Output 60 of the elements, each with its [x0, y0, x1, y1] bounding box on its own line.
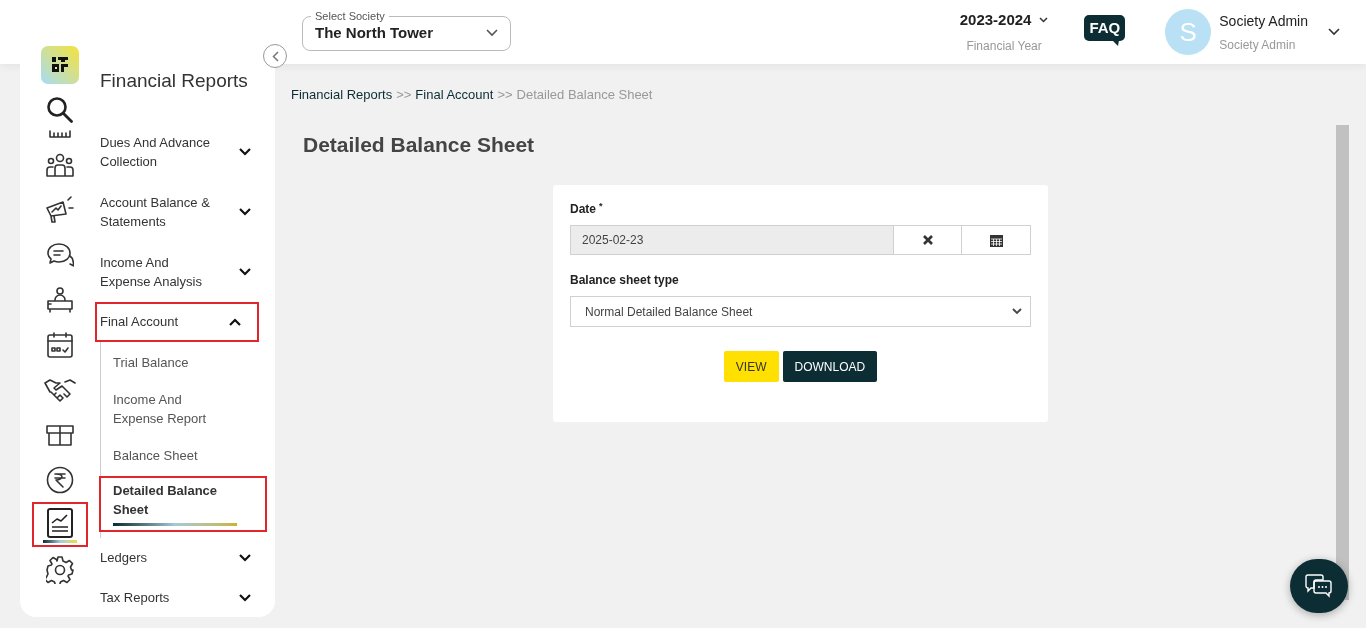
people-icon	[46, 152, 74, 177]
chat-icon	[46, 241, 74, 268]
required-mark: *	[599, 200, 603, 213]
rupee-icon	[46, 465, 74, 494]
breadcrumb-current: Detailed Balance Sheet	[516, 86, 653, 104]
active-underline	[43, 540, 77, 543]
field-label: Balance sheet type	[570, 272, 680, 289]
collapse-button[interactable]	[263, 44, 287, 68]
sidebar-title: Financial Reports	[100, 69, 249, 93]
handshake-icon	[44, 377, 76, 402]
chevron-down-icon	[239, 267, 251, 276]
calendar-icon	[989, 233, 1003, 247]
view-button[interactable]: VIEW	[723, 351, 779, 382]
chat-button[interactable]	[1290, 559, 1348, 613]
menu-item[interactable]: Tax Reports	[100, 577, 267, 618]
download-button[interactable]: DOWNLOAD	[782, 351, 878, 382]
menu-item[interactable]: Final Account	[95, 301, 259, 342]
calendar-icon	[47, 331, 73, 358]
chevron-down-icon[interactable]	[1328, 28, 1340, 36]
menu-item[interactable]: Income And Expense Analysis	[100, 241, 267, 302]
user-role: Society Admin	[1219, 36, 1297, 54]
meeting-icon	[46, 285, 74, 314]
breadcrumb-separator: >>	[396, 86, 412, 104]
box-icon	[46, 423, 74, 446]
date-field[interactable]: 2025-02-23	[570, 225, 894, 255]
chevron-down-icon	[1012, 308, 1022, 315]
chevron-down-icon	[239, 207, 251, 216]
breadcrumb-link[interactable]: Final Account	[415, 85, 494, 105]
menu-item[interactable]: Ledgers	[100, 537, 267, 578]
rail-item[interactable]	[32, 502, 88, 547]
chevron-down-icon	[239, 553, 251, 562]
close-icon	[922, 235, 933, 245]
submenu-item[interactable]: Detailed Balance Sheet	[99, 475, 267, 532]
balance-sheet-type-select[interactable]: Normal Detailed Balance Sheet	[570, 296, 1031, 327]
page-title: Detailed Balance Sheet	[303, 131, 536, 158]
chevron-down-icon	[486, 29, 498, 37]
submenu-item[interactable]: Balance Sheet	[101, 436, 267, 474]
breadcrumb-link[interactable]: Financial Reports	[291, 85, 393, 105]
submenu-item[interactable]: Trial Balance	[101, 343, 267, 381]
scrollbar-thumb[interactable]	[1336, 125, 1349, 600]
field-label: Date	[570, 201, 596, 218]
chevron-down-icon	[239, 593, 251, 602]
chevron-up-icon	[229, 317, 241, 326]
settings-icon	[46, 555, 74, 584]
app-logo	[41, 46, 79, 84]
report-icon	[47, 507, 73, 538]
chevron-down-icon	[1039, 17, 1049, 23]
chat-bubbles-icon	[1305, 573, 1333, 599]
menu-item[interactable]: Account Balance & Statements	[100, 181, 267, 242]
user-name: Society Admin	[1219, 11, 1308, 31]
submenu-item[interactable]: Income And Expense Report	[101, 380, 267, 437]
search-icon	[46, 96, 74, 124]
calendar-button[interactable]	[962, 225, 1031, 255]
chevron-left-icon	[271, 50, 279, 62]
breadcrumb-separator: >>	[497, 86, 513, 104]
financial-year-select[interactable]: 2023-2024	[959, 8, 1049, 32]
menu-item[interactable]: Dues And Advance Collection	[100, 121, 267, 182]
megaphone-icon	[45, 195, 75, 224]
financial-year-caption: Financial Year	[966, 38, 1042, 56]
chevron-down-icon	[239, 147, 251, 156]
